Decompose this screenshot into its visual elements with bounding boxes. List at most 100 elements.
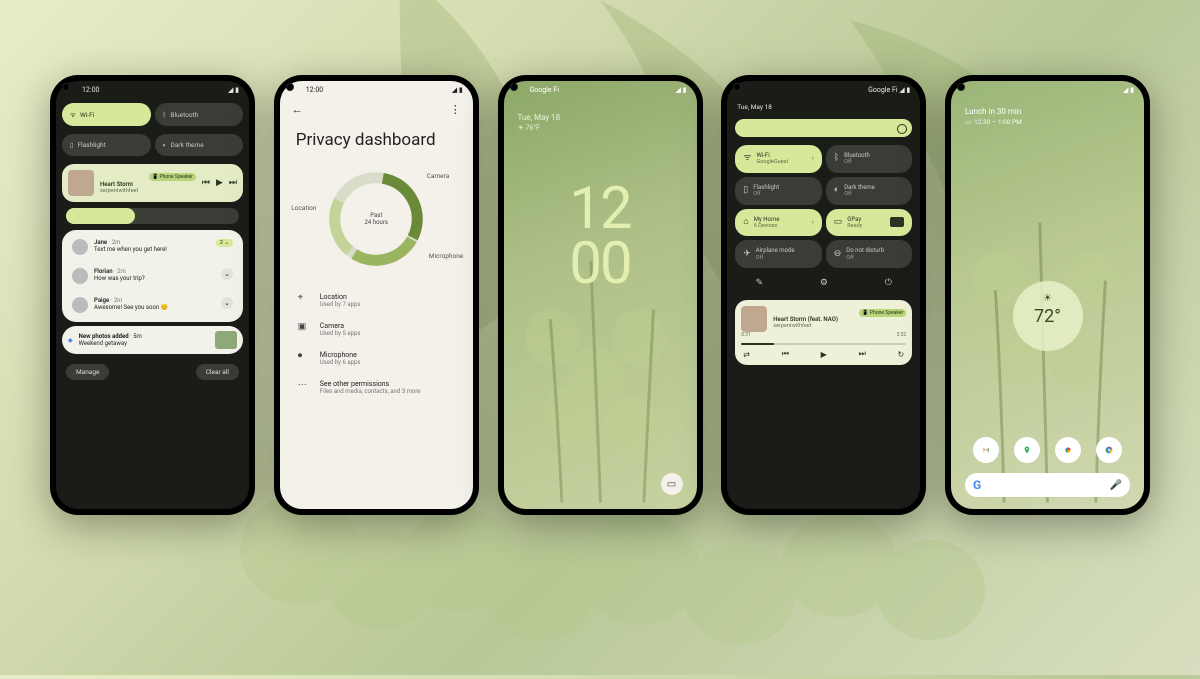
tile-name: Airplane mode [756, 247, 795, 254]
permission-row-other[interactable]: ⋯See other permissionsFiles and media, c… [280, 373, 473, 402]
wifi-icon: ᯤ [743, 153, 751, 164]
overflow-icon[interactable]: ⋮ [450, 103, 461, 116]
qs-bluetooth-tile[interactable]: ᛒBluetooth [155, 103, 244, 126]
next-icon[interactable]: ⏭ [229, 178, 237, 188]
qs-home-tile[interactable]: ⌂My Home6 Devices› [735, 209, 822, 237]
manage-button[interactable]: Manage [66, 364, 109, 380]
chrome-app-icon[interactable] [1096, 437, 1122, 463]
qs-airplane-tile[interactable]: ✈Airplane modeOff [735, 240, 822, 268]
perm-name: Microphone [320, 351, 361, 359]
notif-thumbnail [215, 331, 237, 349]
bluetooth-icon: ᛒ [163, 111, 167, 119]
permission-row-location[interactable]: ⌖LocationUsed by 7 apps [280, 286, 473, 315]
qs-flashlight-tile[interactable]: ▯Flashlight [62, 134, 151, 156]
google-logo-icon: G [973, 478, 981, 492]
repeat-icon[interactable]: ↻ [898, 350, 905, 359]
chart-label-microphone: Microphone [429, 252, 463, 260]
chevron-right-icon: › [812, 219, 814, 226]
chevron-right-icon: › [812, 155, 814, 162]
tile-sub: GoogleGuest [756, 159, 788, 166]
status-time: 12:00 [82, 86, 99, 94]
brightness-slider[interactable] [735, 119, 912, 137]
qs-wifi-tile[interactable]: ᯤWi-Fi [62, 103, 151, 126]
mic-icon[interactable]: 🎤 [1110, 480, 1122, 491]
qs-bluetooth-tile[interactable]: ᛒBluetoothOff [826, 145, 913, 173]
wallet-fab[interactable]: ▭ [661, 473, 683, 495]
edit-icon[interactable]: ✎ [756, 278, 764, 288]
phone-homescreen: ◢ ▮ Lunch in 30 min ▭12:30 – 1:00 PM ☀ 7… [945, 75, 1150, 515]
power-icon[interactable]: ⏻ [885, 278, 892, 288]
chevron-down-icon[interactable]: ⌄ [221, 297, 233, 309]
status-bar: ◢ ▮ [951, 81, 1144, 99]
brightness-slider[interactable] [66, 208, 239, 224]
darktheme-icon: ◐ [834, 185, 839, 196]
album-art [68, 170, 94, 196]
dnd-icon: ⊖ [834, 249, 842, 260]
qs-gpay-tile[interactable]: ▭GPayReady [826, 209, 913, 237]
lockscreen-clock: 12 00 [504, 182, 697, 292]
status-icons: ◢ ▮ [1123, 86, 1134, 94]
maps-app-icon[interactable] [1014, 437, 1040, 463]
notif-text: Text me when you get here! [94, 246, 167, 253]
clear-all-button[interactable]: Clear all [196, 364, 239, 380]
permission-row-camera[interactable]: ▣CameraUsed by 5 apps [280, 315, 473, 344]
media-progress[interactable] [741, 343, 906, 345]
mic-icon: ⏺ [298, 351, 310, 361]
notif-text: How was your trip? [94, 275, 145, 282]
avatar [72, 297, 88, 313]
qs-label: Dark theme [170, 141, 203, 149]
notif-count-badge: 2 ⌄ [216, 239, 233, 247]
status-bar: 12:00 ◢ ▮ [56, 81, 249, 99]
tile-sub: Ready [847, 223, 862, 230]
output-device-chip[interactable]: 📱 Phone Speaker [149, 173, 196, 181]
permission-row-microphone[interactable]: ⏺MicrophoneUsed by 6 apps [280, 344, 473, 373]
chart-label-camera: Camera [427, 172, 450, 180]
avatar [72, 239, 88, 255]
at-a-glance-widget[interactable]: Lunch in 30 min ▭12:30 – 1:00 PM [951, 99, 1144, 126]
tile-name: Do not disturb [846, 247, 884, 254]
tile-name: Dark theme [844, 184, 875, 191]
settings-icon[interactable]: ⚙ [820, 278, 828, 288]
photos-app-icon[interactable] [1055, 437, 1081, 463]
prev-icon[interactable]: ⏮ [782, 349, 789, 359]
qs-wifi-tile[interactable]: ᯤWi-FiGoogleGuest› [735, 145, 822, 173]
notification-item[interactable]: Jane · 2mText me when you get here! 2 ⌄ [66, 234, 239, 260]
notification-item[interactable]: Paige · 2mAwesome! See you soon 😊 ⌄ [66, 292, 239, 318]
play-icon[interactable]: ▶ [821, 350, 827, 359]
search-bar[interactable]: G 🎤 [965, 473, 1130, 497]
page-title: Privacy dashboard [280, 120, 473, 164]
tile-sub: Off [753, 191, 779, 198]
shuffle-icon[interactable]: ⇄ [743, 350, 750, 359]
output-device-chip[interactable]: 📱 Phone Speaker [859, 309, 906, 317]
glance-title: Lunch in 30 min [965, 107, 1130, 116]
notif-time: 2m [112, 239, 121, 246]
notification-item[interactable]: Florian · 2mHow was your trip? ⌄ [66, 263, 239, 289]
chevron-down-icon[interactable]: ⌄ [221, 268, 233, 280]
qs-darktheme-tile[interactable]: ◐ Dark themeOff [826, 177, 913, 205]
pin-icon: ⌖ [298, 293, 310, 303]
notif-sender: Paige [94, 297, 109, 304]
media-card[interactable]: 📱 Phone Speaker Heart Storm serpentwithf… [62, 164, 243, 202]
qs-darktheme-tile[interactable]: ◐Dark theme [155, 134, 244, 156]
notif-text: Weekend getaway [79, 340, 127, 347]
gmail-app-icon[interactable] [973, 437, 999, 463]
tile-name: My Home [754, 216, 780, 223]
play-icon[interactable]: ▶ [216, 178, 223, 188]
media-title: Heart Storm [100, 181, 196, 188]
album-art [741, 306, 767, 332]
wallet-icon: ▭ [667, 479, 676, 490]
notif-sender: Jane [94, 239, 107, 246]
lockscreen-date: Tue, May 18 [504, 99, 697, 122]
back-icon[interactable]: ← [292, 103, 303, 116]
prev-icon[interactable]: ⏮ [202, 178, 210, 188]
weather-widget[interactable]: ☀ 72° [1013, 281, 1083, 351]
darktheme-icon: ◐ [163, 141, 167, 149]
notification-item[interactable]: ◆ New photos added · 5mWeekend getaway [62, 326, 243, 354]
qs-flashlight-tile[interactable]: ▯FlashlightOff [735, 177, 822, 205]
media-card[interactable]: 📱 Phone SpeakerHeart Storm (feat. NAO)se… [735, 300, 912, 365]
phone-privacy-dashboard: 12:00 ◢ ▮ ← ⋮ Privacy dashboard Past24 h… [274, 75, 479, 515]
tile-sub: Off [844, 191, 875, 198]
qs-dnd-tile[interactable]: ⊖Do not disturbOff [826, 240, 913, 268]
next-icon[interactable]: ⏭ [859, 349, 866, 359]
bluetooth-icon: ᛒ [834, 153, 839, 164]
